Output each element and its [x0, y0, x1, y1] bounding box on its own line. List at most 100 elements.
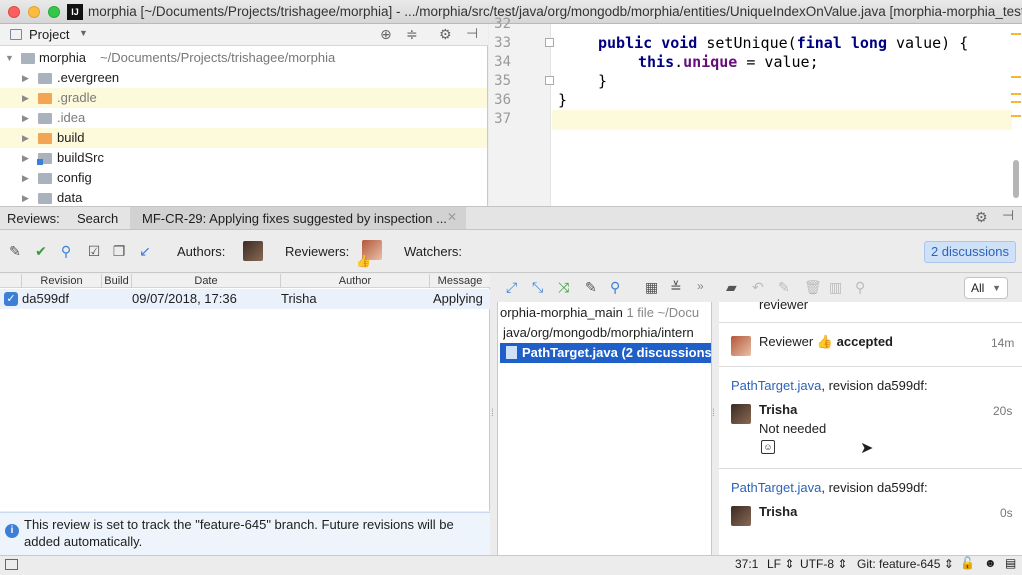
tree-item-buildsrc[interactable]: ▶ buildSrc — [0, 148, 487, 168]
chevron-down-icon[interactable]: ▼ — [79, 28, 88, 38]
comment-icon[interactable]: ▰ — [726, 279, 737, 296]
info-text: This review is set to track the "feature… — [24, 517, 454, 549]
expand-arrow-icon[interactable]: ▶ — [22, 188, 29, 206]
project-view-dropdown[interactable]: Project — [29, 27, 69, 42]
mark-read-icon[interactable]: ⤨ — [558, 279, 569, 296]
search-icon[interactable]: ⚲ — [855, 279, 865, 296]
lock-icon[interactable]: 🔓 — [960, 556, 975, 570]
group-icon[interactable]: ▦ — [645, 279, 658, 296]
module-row[interactable]: orphia-morphia_main 1 file ~/Docu — [500, 303, 711, 323]
column-header-author[interactable]: Author — [281, 274, 430, 288]
code-line-36: } — [558, 91, 568, 109]
resolve-icon[interactable]: ▥ — [829, 279, 842, 296]
warning-marker[interactable] — [1011, 101, 1021, 103]
warning-marker[interactable] — [1011, 76, 1021, 78]
expand-arrow-icon[interactable]: ▼ — [5, 48, 14, 68]
comment-text: Not needed — [759, 421, 827, 436]
tool-windows-icon[interactable] — [5, 559, 18, 570]
expand-arrow-icon[interactable]: ▶ — [22, 128, 29, 148]
add-reaction-icon[interactable]: ☺ — [761, 440, 775, 454]
expand-arrow-icon[interactable]: ▶ — [22, 168, 29, 188]
expand-arrow-icon[interactable]: ▶ — [22, 148, 29, 168]
copy-icon[interactable]: ❐ — [111, 243, 127, 259]
close-tab-icon[interactable]: ✕ — [447, 210, 457, 224]
edit-icon[interactable]: ✎ — [7, 243, 23, 259]
vcs-branch[interactable]: Git: feature-645 ⇕ — [857, 557, 954, 571]
info-icon: i — [5, 524, 19, 538]
arrow-down-left-icon[interactable]: ↙ — [137, 243, 153, 259]
expand-all-icon[interactable]: ≚ — [670, 279, 682, 296]
find-reviewers-icon[interactable]: ⚲ — [58, 243, 74, 259]
tree-item-build[interactable]: ▶ build — [0, 128, 487, 148]
gear-icon[interactable]: ⚙ — [439, 26, 452, 43]
reviews-title: Reviews: — [7, 211, 60, 226]
hide-panel-icon[interactable]: ⊣ — [466, 25, 478, 42]
splitter-handle[interactable]: ⁞ — [712, 408, 715, 419]
thumbs-up-icon: 👍 — [356, 254, 371, 268]
tree-item-data[interactable]: ▶ data — [0, 188, 487, 206]
window-title: morphia [~/Documents/Projects/trishagee/… — [88, 4, 1022, 19]
tree-item-idea[interactable]: ▶ .idea — [0, 108, 487, 128]
package-row[interactable]: java/org/mongodb/morphia/intern — [503, 323, 714, 343]
collapse-all-icon[interactable]: ≑ — [406, 26, 418, 43]
splitter-handle[interactable]: ⁞ — [491, 408, 494, 419]
minimize-window-button[interactable] — [28, 6, 40, 18]
caret-position[interactable]: 37:1 — [735, 557, 758, 571]
column-header-select[interactable] — [0, 274, 22, 288]
warning-marker[interactable] — [1011, 115, 1021, 117]
warning-marker[interactable] — [1011, 93, 1021, 95]
expand-arrow-icon[interactable]: ▶ — [22, 108, 29, 128]
close-window-button[interactable] — [8, 6, 20, 18]
accept-check-icon[interactable]: ✔ — [33, 243, 49, 259]
tree-item-config[interactable]: ▶ config — [0, 168, 487, 188]
discussion-filter-select[interactable]: All ▼ — [964, 277, 1008, 299]
thread-header: PathTarget.java, revision da599df: — [731, 378, 928, 393]
gear-icon[interactable]: ⚙ — [975, 209, 988, 226]
event-log-icon[interactable]: ▤ — [1005, 556, 1016, 570]
watchers-label: Watchers: — [404, 244, 463, 259]
discussions-button[interactable]: 2 discussions — [924, 241, 1016, 263]
expand-arrow-icon[interactable]: ▶ — [22, 68, 29, 88]
partial-event-text: reviewer — [759, 297, 809, 312]
tree-item-gradle[interactable]: ▶ .gradle — [0, 88, 487, 108]
delete-icon[interactable]: 🗑 — [804, 279, 822, 296]
editor-scrollbar[interactable] — [1013, 160, 1019, 198]
more-icon[interactable]: » — [697, 279, 704, 293]
comment-author: Trisha — [759, 504, 798, 519]
tab-active-review-label: MF-CR-29: Applying fixes suggested by in… — [142, 211, 447, 226]
column-header-message[interactable]: Message — [430, 274, 490, 288]
zoom-window-button[interactable] — [48, 6, 60, 18]
tree-root[interactable]: ▼ morphia ~/Documents/Projects/trishagee… — [0, 48, 487, 68]
reply-icon[interactable]: ↶ — [752, 279, 764, 296]
module-path: ~/Docu — [657, 305, 700, 320]
table-row[interactable] — [0, 289, 490, 309]
expand-arrow-icon[interactable]: ▶ — [22, 88, 29, 108]
row-checkbox[interactable]: ✓ — [4, 292, 18, 306]
fold-icon[interactable] — [545, 76, 554, 85]
column-header-date[interactable]: Date — [132, 274, 281, 288]
file-encoding[interactable]: UTF-8 ⇕ — [800, 557, 847, 571]
file-link[interactable]: PathTarget.java — [731, 480, 821, 495]
file-row-selected[interactable]: PathTarget.java (2 discussions) — [500, 343, 711, 363]
file-link[interactable]: PathTarget.java — [731, 378, 821, 393]
avatar[interactable] — [243, 241, 263, 261]
current-line-highlight — [552, 110, 1012, 130]
search-icon[interactable]: ⚲ — [610, 279, 620, 296]
column-header-build[interactable]: Build — [102, 274, 132, 288]
tab-search[interactable]: Search — [77, 211, 118, 226]
line-separator[interactable]: LF ⇕ — [767, 557, 794, 571]
collapse-icon[interactable]: ⤡ — [532, 279, 543, 296]
fold-icon[interactable] — [545, 38, 554, 47]
expand-icon[interactable]: ⤢ — [506, 279, 517, 296]
column-header-revision[interactable]: Revision — [22, 274, 102, 288]
warning-marker[interactable] — [1011, 33, 1021, 35]
edit-icon[interactable]: ✎ — [778, 279, 790, 296]
inspector-icon[interactable]: ☻ — [984, 556, 997, 570]
checkbox-icon[interactable]: ☑ — [86, 243, 102, 259]
edit-icon[interactable]: ✎ — [585, 279, 597, 296]
cell-author: Trisha — [281, 291, 317, 306]
line-number: 33 — [494, 35, 511, 51]
tree-item-evergreen[interactable]: ▶ .evergreen — [0, 68, 487, 88]
locate-icon[interactable]: ⊕ — [380, 26, 392, 43]
hide-panel-icon[interactable]: ⊣ — [1002, 207, 1014, 224]
